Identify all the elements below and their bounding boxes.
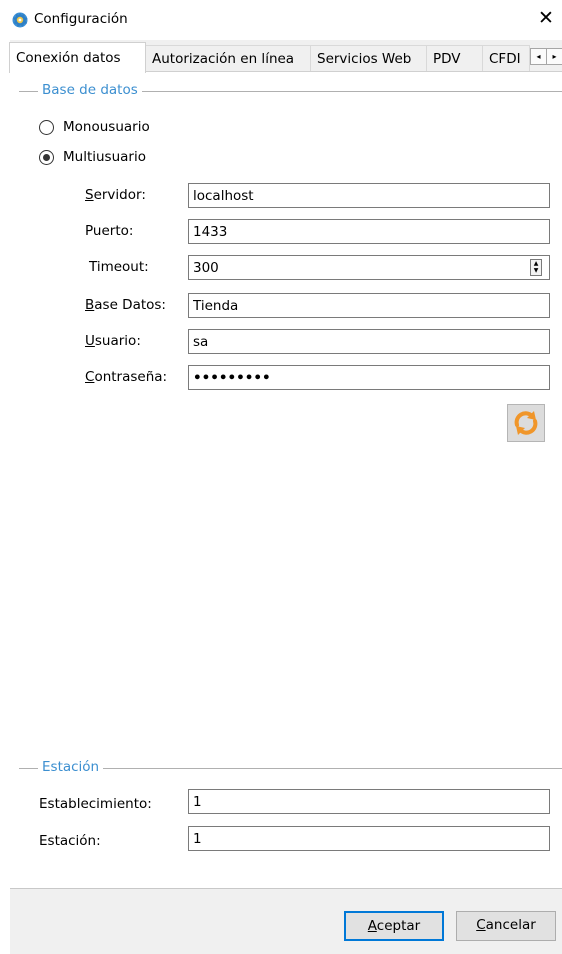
port-label: Puerto:: [85, 223, 134, 239]
tab-servicios-web[interactable]: Servicios Web: [310, 45, 427, 71]
establishment-input[interactable]: [188, 789, 550, 814]
title-bar: Configuración ✕: [0, 0, 562, 40]
database-input[interactable]: [188, 293, 550, 318]
tab-cfdi[interactable]: CFDI: [482, 45, 530, 71]
database-label: Base Datos:: [85, 297, 166, 313]
close-icon[interactable]: ✕: [538, 8, 554, 28]
password-label-rest: ontraseña:: [94, 369, 168, 385]
tab-bar: Conexión datos Autorización en línea Ser…: [0, 40, 562, 73]
tab-pdv[interactable]: PDV: [426, 45, 483, 71]
multiusuario-label[interactable]: Multiusuario: [63, 149, 146, 165]
configuration-window: Configuración ✕ Conexión datos Autorizac…: [0, 0, 562, 954]
settings-gear-icon: [12, 12, 28, 28]
cancel-mnemonic: C: [476, 917, 486, 933]
database-group-title: Base de datos: [38, 82, 142, 98]
station-group-title: Estación: [38, 759, 104, 775]
monousuario-radio[interactable]: [39, 120, 54, 135]
server-label-mnemonic: S: [85, 187, 94, 203]
window-title: Configuración: [34, 11, 128, 27]
user-label-mnemonic: U: [85, 333, 95, 349]
refresh-icon: [514, 411, 538, 435]
multiusuario-radio[interactable]: [39, 150, 54, 165]
timeout-spinner[interactable]: ▲ ▼: [530, 259, 542, 276]
cancel-button[interactable]: Cancelar: [456, 911, 556, 941]
tab-scroll-left-icon[interactable]: ◂: [530, 48, 547, 65]
tab-scroll-right-icon[interactable]: ▸: [546, 48, 562, 65]
server-label: Servidor:: [85, 187, 146, 203]
accept-label: ceptar: [376, 918, 421, 934]
cancel-label: ancelar: [485, 917, 536, 933]
establishment-label: Establecimiento:: [39, 796, 152, 812]
user-input[interactable]: [188, 329, 550, 354]
station-input[interactable]: [188, 826, 550, 851]
user-label-rest: suario:: [94, 333, 141, 349]
database-label-mnemonic: B: [85, 297, 95, 313]
server-input[interactable]: [188, 183, 550, 208]
station-label: Estación:: [39, 833, 101, 849]
left-edge: [0, 40, 10, 953]
monousuario-label[interactable]: Monousuario: [63, 119, 150, 135]
timeout-label: Timeout:: [89, 259, 149, 275]
server-label-rest: ervidor:: [93, 187, 146, 203]
tab-autorizacion-en-linea[interactable]: Autorización en línea: [145, 45, 311, 71]
timeout-input[interactable]: [188, 255, 550, 280]
user-label: Usuario:: [85, 333, 141, 349]
port-input[interactable]: [188, 219, 550, 244]
password-label: Contraseña:: [85, 369, 167, 385]
radio-selected-dot: [43, 154, 50, 161]
accept-button[interactable]: Aceptar: [344, 911, 444, 941]
password-input[interactable]: [188, 365, 550, 390]
database-label-rest: ase Datos:: [94, 297, 166, 313]
accept-mnemonic: A: [367, 918, 377, 934]
refresh-connection-button[interactable]: [507, 404, 545, 442]
tab-conexion-datos[interactable]: Conexión datos: [9, 42, 146, 73]
